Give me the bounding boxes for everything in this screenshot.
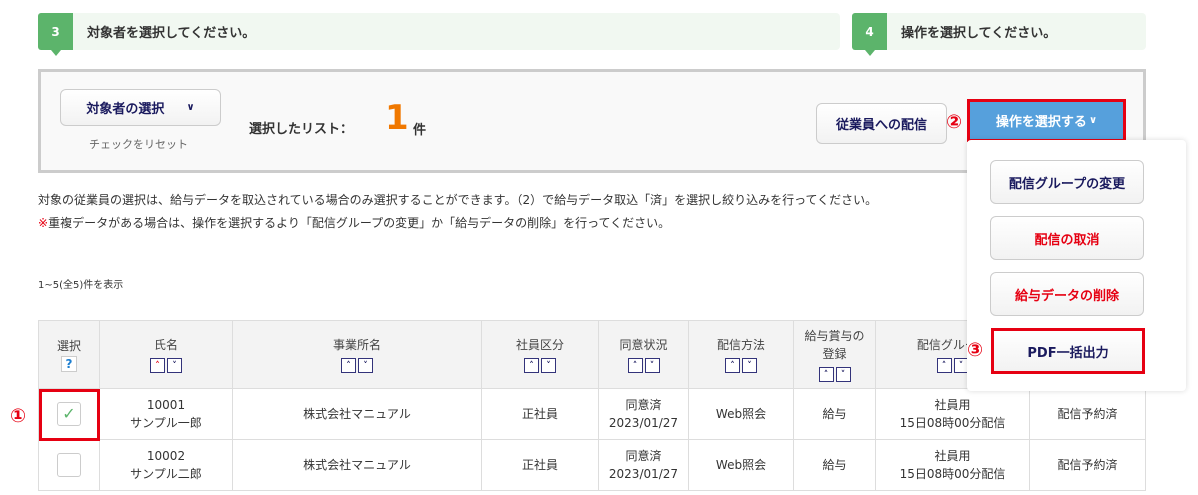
- header-select: 選択?: [38, 320, 100, 389]
- header-consent: 同意状況 ˄ ˅: [598, 320, 689, 389]
- reset-check-link[interactable]: チェックをリセット: [89, 136, 188, 152]
- select-operation-button[interactable]: 操作を選択する ∨: [967, 99, 1126, 142]
- sort-asc-icon[interactable]: ˄: [341, 358, 356, 373]
- table-cell: 社員用 15日08時00分配信: [875, 388, 1030, 440]
- note-mark: ※: [38, 216, 49, 230]
- header-office: 事業所名 ˄ ˅: [232, 320, 482, 389]
- sort-desc-icon[interactable]: ˅: [742, 358, 757, 373]
- table-cell: 給与: [793, 388, 876, 440]
- sort-desc-icon[interactable]: ˅: [167, 358, 182, 373]
- sort-asc-icon[interactable]: ˄: [524, 358, 539, 373]
- table-cell: Web照会: [688, 388, 794, 440]
- operation-label: 操作を選択する: [995, 115, 1087, 130]
- highlight-box: [39, 389, 100, 441]
- header-registration: 給与賞与の登録 ˄ ˅: [793, 320, 876, 389]
- target-select-dropdown[interactable]: 対象者の選択 ∨: [60, 89, 221, 126]
- note-line-2: 重複データがある場合は、操作を選択するより「配信グループの変更」か「給与データの…: [48, 216, 671, 230]
- step-number: 3: [38, 13, 73, 56]
- sort-desc-icon[interactable]: ˅: [541, 358, 556, 373]
- table-cell: 同意済 2023/01/27: [598, 439, 689, 491]
- note-line-1: 対象の従業員の選択は、給与データを取込されている場合のみ選択することができます。…: [38, 193, 878, 207]
- result-range: 1~5(全5)件を表示: [38, 280, 124, 291]
- table-cell: 配信予約済: [1029, 388, 1146, 440]
- step-4-bar: 4 操作を選択してください。: [852, 13, 1146, 56]
- table-cell: 株式会社マニュアル: [232, 388, 482, 440]
- annotation-1: ①: [10, 405, 27, 427]
- row-checkbox[interactable]: [57, 453, 81, 477]
- table-cell: 社員用 15日08時00分配信: [875, 439, 1030, 491]
- sort-desc-icon[interactable]: ˅: [644, 358, 660, 373]
- sort-asc-icon[interactable]: ˄: [725, 358, 740, 373]
- sort-controls: ˄ ˅: [150, 358, 182, 373]
- sort-asc-icon[interactable]: ˄: [936, 358, 952, 373]
- selected-list-label: 選択したリスト：: [249, 122, 354, 137]
- step-3-bar: 3 対象者を選択してください。: [38, 13, 840, 56]
- sort-asc-icon[interactable]: ˄: [627, 358, 643, 373]
- menu-item-delete-salary-data[interactable]: 給与データの削除: [990, 272, 1144, 316]
- select-label: 対象者の選択: [86, 102, 165, 117]
- sort-asc-icon[interactable]: ˄: [150, 358, 165, 373]
- table-cell: 給与: [793, 439, 876, 491]
- table-cell: 正社員: [481, 388, 599, 440]
- annotation-2: ②: [946, 111, 963, 133]
- annotation-3: ③: [967, 339, 984, 361]
- sort-desc-icon[interactable]: ˅: [358, 358, 373, 373]
- help-icon[interactable]: ?: [61, 355, 77, 372]
- header-method: 配信方法 ˄ ˅: [688, 320, 794, 389]
- chevron-down-icon: ∨: [186, 102, 195, 113]
- sort-asc-icon[interactable]: ˄: [818, 367, 834, 382]
- chevron-down-icon: ∨: [1088, 115, 1098, 126]
- table-row: ✓ 10001 サンプル一郎 株式会社マニュアル 正社員 同意済 2023/01/27…: [38, 388, 1146, 441]
- menu-item-change-group[interactable]: 配信グループの変更: [990, 160, 1144, 204]
- table-cell: [38, 439, 100, 491]
- header-type: 社員区分 ˄ ˅: [481, 320, 599, 389]
- table-row: 10002 サンプル二郎 株式会社マニュアル 正社員 同意済 2023/01/27 W…: [38, 439, 1146, 491]
- deliver-to-employees-button[interactable]: 従業員への配信: [816, 103, 947, 144]
- table-cell: 株式会社マニュアル: [232, 439, 482, 491]
- step-title: 対象者を選択してください。: [87, 26, 256, 41]
- header-name: 氏名 ˄ ˅: [99, 320, 233, 389]
- table-cell: 10002 サンプル二郎: [99, 439, 233, 491]
- count-unit: 件: [413, 123, 427, 138]
- sort-desc-icon[interactable]: ˅: [835, 367, 851, 382]
- menu-item-pdf-export[interactable]: PDF一括出力: [991, 328, 1145, 374]
- table-cell: 10001 サンプル一郎: [99, 388, 233, 440]
- table-cell: ✓: [38, 388, 100, 441]
- menu-item-cancel-delivery[interactable]: 配信の取消: [990, 216, 1144, 260]
- step-number: 4: [852, 13, 887, 56]
- table-cell: 同意済 2023/01/27: [598, 388, 689, 440]
- table-cell: Web照会: [688, 439, 794, 491]
- table-cell: 正社員: [481, 439, 599, 491]
- step-title: 操作を選択してください。: [901, 26, 1057, 41]
- selected-count: 1: [385, 98, 409, 138]
- table-cell: 配信予約済: [1029, 439, 1146, 491]
